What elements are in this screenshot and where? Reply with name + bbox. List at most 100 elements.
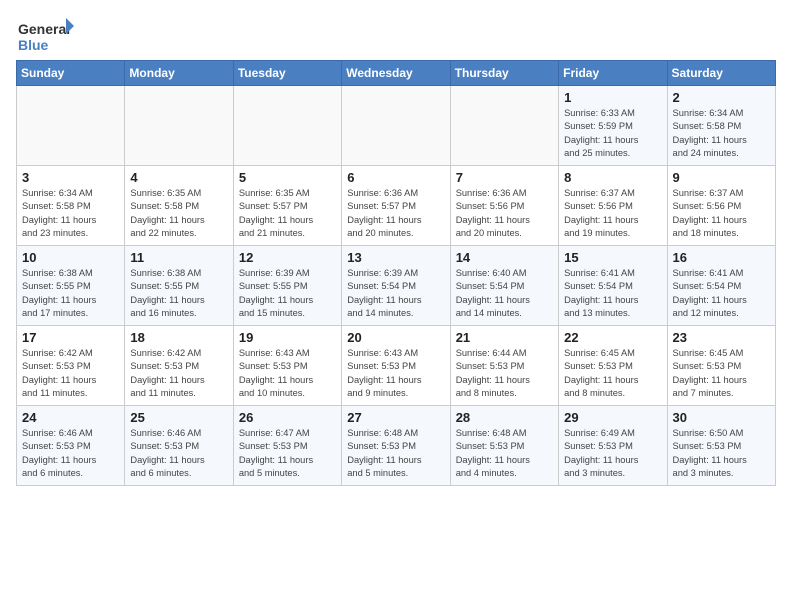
day-number: 30 bbox=[673, 410, 770, 425]
day-number: 23 bbox=[673, 330, 770, 345]
day-info: Sunrise: 6:48 AMSunset: 5:53 PMDaylight:… bbox=[347, 427, 444, 481]
calendar-week-2: 3Sunrise: 6:34 AMSunset: 5:58 PMDaylight… bbox=[17, 166, 776, 246]
day-header-sunday: Sunday bbox=[17, 61, 125, 86]
calendar-week-3: 10 Sunrise: 6:38 AMSunset: 5:55 PMDayligh… bbox=[17, 246, 776, 326]
calendar-cell: 25 Sunrise: 6:46 AMSunset: 5:53 PMDayligh… bbox=[125, 406, 233, 486]
day-header-saturday: Saturday bbox=[667, 61, 775, 86]
calendar-cell: 8 Sunrise: 6:37 AMSunset: 5:56 PMDaylight… bbox=[559, 166, 667, 246]
day-number: 10 bbox=[22, 250, 119, 265]
day-number: 8 bbox=[564, 170, 661, 185]
calendar-cell: 13Sunrise: 6:39 AMSunset: 5:54 PMDayligh… bbox=[342, 246, 450, 326]
logo: GeneralBlue bbox=[16, 16, 76, 56]
calendar-cell: 1Sunrise: 6:33 AMSunset: 5:59 PMDaylight… bbox=[559, 86, 667, 166]
calendar-cell bbox=[450, 86, 558, 166]
day-info: Sunrise: 6:50 AMSunset: 5:53 PMDaylight:… bbox=[673, 427, 770, 481]
day-info: Sunrise: 6:37 AMSunset: 5:56 PMDaylight:… bbox=[564, 187, 661, 241]
day-info: Sunrise: 6:42 AMSunset: 5:53 PMDaylight:… bbox=[130, 347, 227, 401]
day-number: 12 bbox=[239, 250, 336, 265]
day-info: Sunrise: 6:36 AMSunset: 5:57 PMDaylight:… bbox=[347, 187, 444, 241]
calendar-cell: 20 Sunrise: 6:43 AMSunset: 5:53 PMDayligh… bbox=[342, 326, 450, 406]
day-number: 21 bbox=[456, 330, 553, 345]
calendar-cell: 21 Sunrise: 6:44 AMSunset: 5:53 PMDayligh… bbox=[450, 326, 558, 406]
day-info: Sunrise: 6:41 AMSunset: 5:54 PMDaylight:… bbox=[673, 267, 770, 321]
day-info: Sunrise: 6:47 AMSunset: 5:53 PMDaylight:… bbox=[239, 427, 336, 481]
day-number: 18 bbox=[130, 330, 227, 345]
day-number: 26 bbox=[239, 410, 336, 425]
day-number: 2 bbox=[673, 90, 770, 105]
day-info: Sunrise: 6:41 AMSunset: 5:54 PMDaylight:… bbox=[564, 267, 661, 321]
day-number: 27 bbox=[347, 410, 444, 425]
day-info: Sunrise: 6:37 AMSunset: 5:56 PMDaylight:… bbox=[673, 187, 770, 241]
day-info: Sunrise: 6:43 AMSunset: 5:53 PMDaylight:… bbox=[347, 347, 444, 401]
day-number: 25 bbox=[130, 410, 227, 425]
calendar-cell: 16 Sunrise: 6:41 AMSunset: 5:54 PMDayligh… bbox=[667, 246, 775, 326]
svg-text:Blue: Blue bbox=[18, 37, 49, 53]
calendar-header-row: SundayMondayTuesdayWednesdayThursdayFrid… bbox=[17, 61, 776, 86]
calendar-cell: 17Sunrise: 6:42 AMSunset: 5:53 PMDayligh… bbox=[17, 326, 125, 406]
calendar-cell: 15Sunrise: 6:41 AMSunset: 5:54 PMDayligh… bbox=[559, 246, 667, 326]
day-header-tuesday: Tuesday bbox=[233, 61, 341, 86]
day-number: 24 bbox=[22, 410, 119, 425]
calendar-cell: 10 Sunrise: 6:38 AMSunset: 5:55 PMDayligh… bbox=[17, 246, 125, 326]
day-number: 6 bbox=[347, 170, 444, 185]
day-header-wednesday: Wednesday bbox=[342, 61, 450, 86]
day-info: Sunrise: 6:35 AMSunset: 5:58 PMDaylight:… bbox=[130, 187, 227, 241]
day-info: Sunrise: 6:49 AMSunset: 5:53 PMDaylight:… bbox=[564, 427, 661, 481]
day-number: 22 bbox=[564, 330, 661, 345]
svg-text:General: General bbox=[18, 21, 70, 37]
day-info: Sunrise: 6:46 AMSunset: 5:53 PMDaylight:… bbox=[130, 427, 227, 481]
day-number: 3 bbox=[22, 170, 119, 185]
calendar-week-5: 24 Sunrise: 6:46 AMSunset: 5:53 PMDayligh… bbox=[17, 406, 776, 486]
day-number: 9 bbox=[673, 170, 770, 185]
day-info: Sunrise: 6:44 AMSunset: 5:53 PMDaylight:… bbox=[456, 347, 553, 401]
calendar-cell: 23Sunrise: 6:45 AMSunset: 5:53 PMDayligh… bbox=[667, 326, 775, 406]
day-info: Sunrise: 6:43 AMSunset: 5:53 PMDaylight:… bbox=[239, 347, 336, 401]
calendar-cell bbox=[233, 86, 341, 166]
calendar-cell: 9 Sunrise: 6:37 AMSunset: 5:56 PMDaylight… bbox=[667, 166, 775, 246]
calendar-cell: 4 Sunrise: 6:35 AMSunset: 5:58 PMDaylight… bbox=[125, 166, 233, 246]
day-number: 11 bbox=[130, 250, 227, 265]
calendar-cell: 27 Sunrise: 6:48 AMSunset: 5:53 PMDayligh… bbox=[342, 406, 450, 486]
day-info: Sunrise: 6:38 AMSunset: 5:55 PMDaylight:… bbox=[22, 267, 119, 321]
day-info: Sunrise: 6:48 AMSunset: 5:53 PMDaylight:… bbox=[456, 427, 553, 481]
day-header-monday: Monday bbox=[125, 61, 233, 86]
day-number: 16 bbox=[673, 250, 770, 265]
day-info: Sunrise: 6:35 AMSunset: 5:57 PMDaylight:… bbox=[239, 187, 336, 241]
calendar-cell bbox=[17, 86, 125, 166]
calendar-cell: 5 Sunrise: 6:35 AMSunset: 5:57 PMDaylight… bbox=[233, 166, 341, 246]
day-header-friday: Friday bbox=[559, 61, 667, 86]
calendar-cell: 26 Sunrise: 6:47 AMSunset: 5:53 PMDayligh… bbox=[233, 406, 341, 486]
calendar-week-1: 1Sunrise: 6:33 AMSunset: 5:59 PMDaylight… bbox=[17, 86, 776, 166]
day-info: Sunrise: 6:42 AMSunset: 5:53 PMDaylight:… bbox=[22, 347, 119, 401]
calendar-cell: 11Sunrise: 6:38 AMSunset: 5:55 PMDayligh… bbox=[125, 246, 233, 326]
calendar-cell: 22 Sunrise: 6:45 AMSunset: 5:53 PMDayligh… bbox=[559, 326, 667, 406]
day-info: Sunrise: 6:36 AMSunset: 5:56 PMDaylight:… bbox=[456, 187, 553, 241]
calendar-cell: 18 Sunrise: 6:42 AMSunset: 5:53 PMDayligh… bbox=[125, 326, 233, 406]
day-number: 19 bbox=[239, 330, 336, 345]
calendar-cell: 14 Sunrise: 6:40 AMSunset: 5:54 PMDayligh… bbox=[450, 246, 558, 326]
day-info: Sunrise: 6:40 AMSunset: 5:54 PMDaylight:… bbox=[456, 267, 553, 321]
day-info: Sunrise: 6:33 AMSunset: 5:59 PMDaylight:… bbox=[564, 107, 661, 161]
page-header: GeneralBlue bbox=[16, 16, 776, 56]
calendar-cell: 30 Sunrise: 6:50 AMSunset: 5:53 PMDayligh… bbox=[667, 406, 775, 486]
calendar-cell: 24 Sunrise: 6:46 AMSunset: 5:53 PMDayligh… bbox=[17, 406, 125, 486]
logo-svg: GeneralBlue bbox=[16, 16, 76, 56]
calendar-cell: 6 Sunrise: 6:36 AMSunset: 5:57 PMDaylight… bbox=[342, 166, 450, 246]
calendar-cell: 2 Sunrise: 6:34 AMSunset: 5:58 PMDaylight… bbox=[667, 86, 775, 166]
calendar-week-4: 17Sunrise: 6:42 AMSunset: 5:53 PMDayligh… bbox=[17, 326, 776, 406]
calendar-cell: 3Sunrise: 6:34 AMSunset: 5:58 PMDaylight… bbox=[17, 166, 125, 246]
day-info: Sunrise: 6:39 AMSunset: 5:55 PMDaylight:… bbox=[239, 267, 336, 321]
calendar-table: SundayMondayTuesdayWednesdayThursdayFrid… bbox=[16, 60, 776, 486]
day-info: Sunrise: 6:46 AMSunset: 5:53 PMDaylight:… bbox=[22, 427, 119, 481]
day-number: 14 bbox=[456, 250, 553, 265]
calendar-cell: 29 Sunrise: 6:49 AMSunset: 5:53 PMDayligh… bbox=[559, 406, 667, 486]
day-number: 20 bbox=[347, 330, 444, 345]
day-info: Sunrise: 6:34 AMSunset: 5:58 PMDaylight:… bbox=[673, 107, 770, 161]
day-info: Sunrise: 6:45 AMSunset: 5:53 PMDaylight:… bbox=[564, 347, 661, 401]
calendar-cell: 19 Sunrise: 6:43 AMSunset: 5:53 PMDayligh… bbox=[233, 326, 341, 406]
day-number: 5 bbox=[239, 170, 336, 185]
day-number: 4 bbox=[130, 170, 227, 185]
day-number: 28 bbox=[456, 410, 553, 425]
day-number: 29 bbox=[564, 410, 661, 425]
calendar-cell: 7Sunrise: 6:36 AMSunset: 5:56 PMDaylight… bbox=[450, 166, 558, 246]
